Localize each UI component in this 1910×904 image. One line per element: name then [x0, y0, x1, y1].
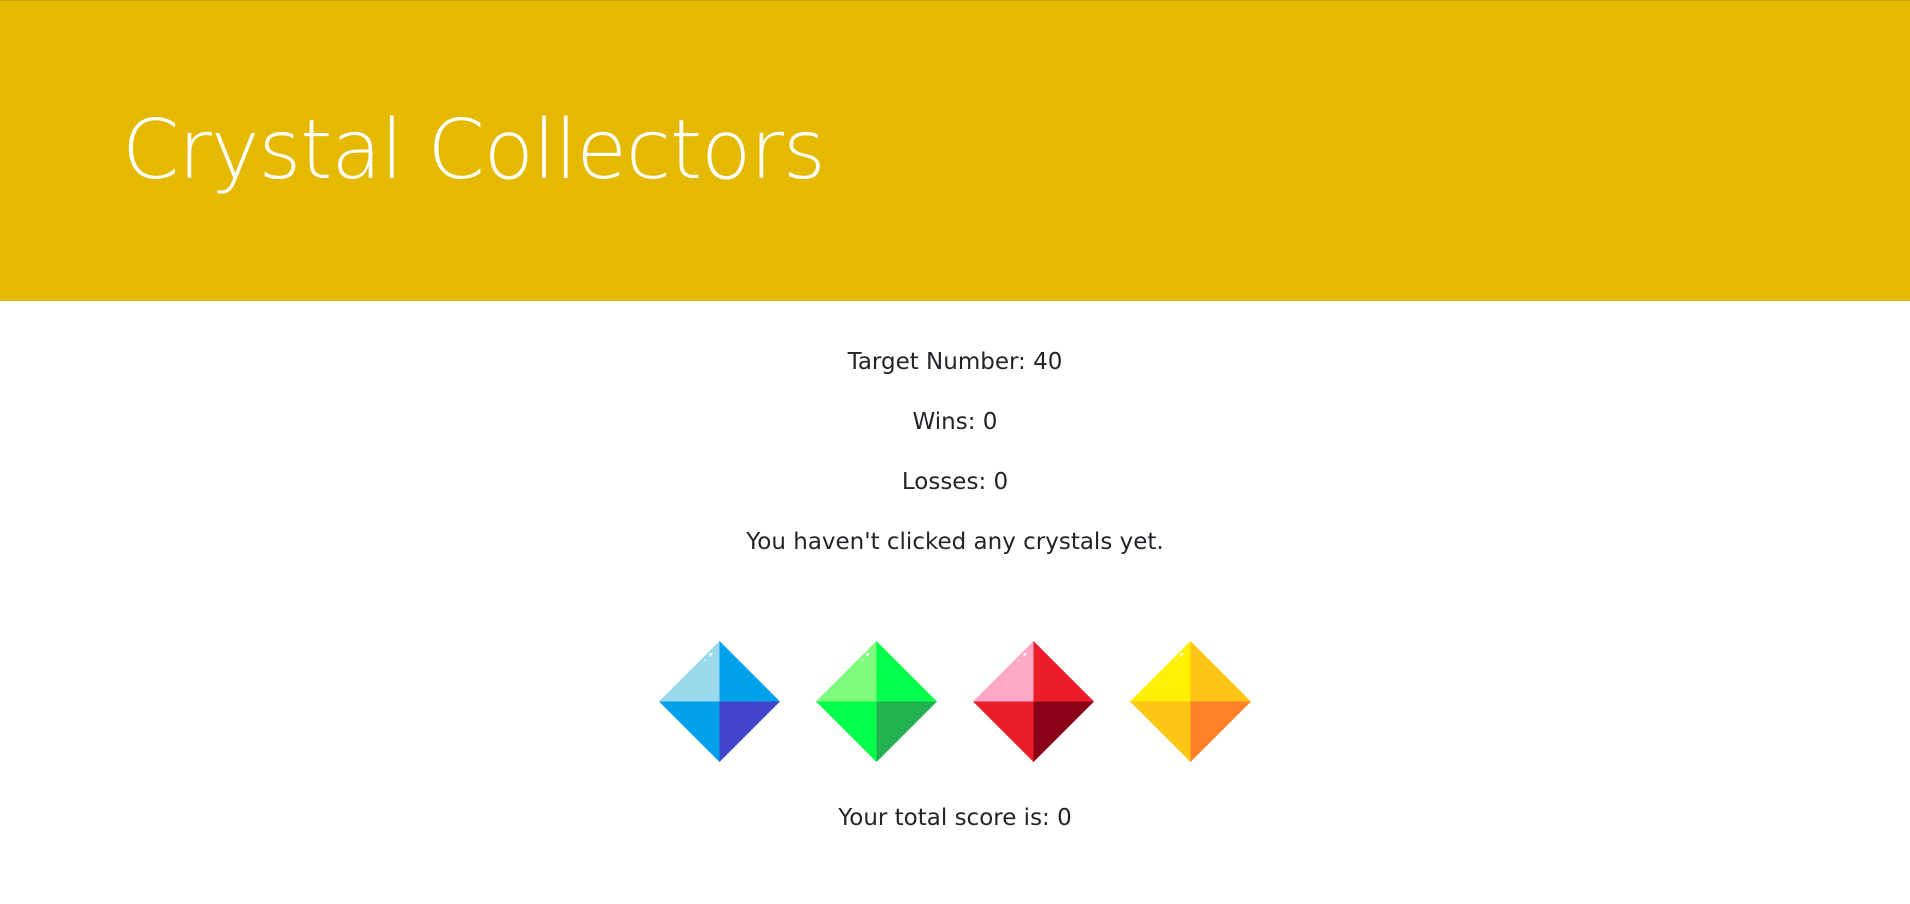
green-crystal-icon[interactable] [816, 641, 937, 762]
wins-count: Wins: 0 [912, 409, 998, 435]
crystal-row [0, 641, 1910, 762]
target-number: Target Number: 40 [847, 349, 1063, 375]
status-message: You haven't clicked any crystals yet. [746, 529, 1164, 555]
page-title: Crystal Collectors [122, 103, 826, 198]
red-crystal-icon[interactable] [973, 641, 1094, 762]
header-banner: Crystal Collectors [0, 0, 1910, 301]
blue-crystal-icon[interactable] [659, 641, 780, 762]
yellow-crystal-icon[interactable] [1130, 641, 1251, 762]
total-score: Your total score is: 0 [838, 805, 1072, 831]
stats-panel: Target Number: 40 Wins: 0 Losses: 0 You … [0, 345, 1910, 585]
losses-count: Losses: 0 [901, 469, 1009, 495]
